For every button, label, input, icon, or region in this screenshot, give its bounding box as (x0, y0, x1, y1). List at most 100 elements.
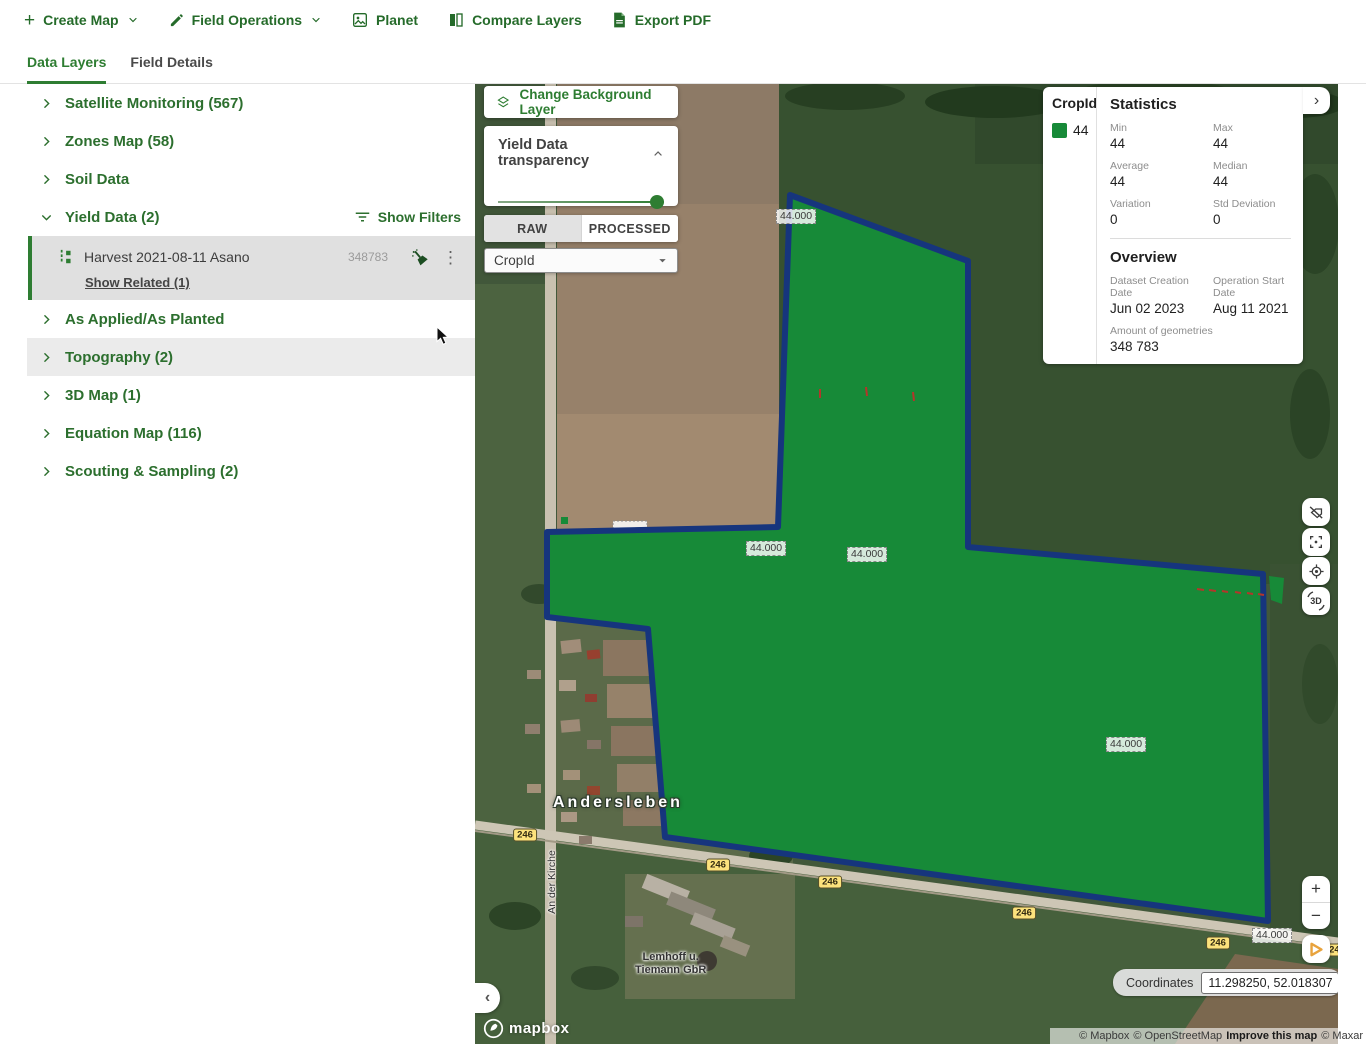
road-shield: 246 (1012, 907, 1036, 920)
stat-min: Min44 (1110, 122, 1213, 151)
gps-target-icon (1308, 563, 1325, 580)
fit-bounds-icon (1308, 534, 1324, 550)
compare-layers-button[interactable]: Compare Layers (448, 12, 582, 28)
tab-field-details[interactable]: Field Details (130, 40, 212, 84)
stat-std-deviation: Std Deviation0 (1213, 198, 1291, 227)
coordinates-widget: Coordinates (1113, 969, 1338, 996)
basemap-provider-button[interactable] (1302, 935, 1330, 963)
show-related-link[interactable]: Show Related (1) (85, 275, 190, 290)
stat-median: Median44 (1213, 160, 1291, 189)
transparency-slider[interactable] (498, 195, 664, 209)
sidebar-item-zones-map[interactable]: Zones Map (58) (27, 122, 475, 160)
processed-tab[interactable]: PROCESSED (581, 215, 679, 242)
section-label: Soil Data (65, 171, 129, 188)
chevron-right-icon (40, 97, 53, 110)
zoom-control: + − (1302, 876, 1330, 929)
legend-color-swatch (1052, 123, 1067, 138)
improve-this-map-link[interactable]: Improve this map (1226, 1030, 1317, 1042)
more-options-icon[interactable]: ⋮ (438, 249, 463, 266)
chevron-right-icon (40, 389, 53, 402)
map-canvas[interactable]: 44.000 44.000 44.000 44.000 44.000 246 2… (475, 84, 1338, 1044)
compare-layers-label: Compare Layers (472, 12, 582, 28)
section-label: As Applied/As Planted (65, 311, 224, 328)
sidebar-item-3d-map[interactable]: 3D Map (1) (27, 376, 475, 414)
place-label: Andersleben (553, 794, 683, 812)
mapbox-icon (483, 1018, 504, 1039)
rotate-arrows-icon (1303, 588, 1329, 614)
hide-labels-button[interactable] (1302, 498, 1330, 526)
chevron-left-icon: ‹ (485, 989, 490, 1007)
compare-icon (448, 12, 464, 28)
field-operations-label: Field Operations (192, 12, 302, 28)
raw-tab[interactable]: RAW (484, 215, 581, 242)
stats-layer-name: CropId (1052, 95, 1096, 111)
road-shield: 246 (513, 829, 537, 842)
transparency-panel: Yield Data transparency (484, 126, 678, 206)
chevron-right-icon: › (1314, 92, 1319, 110)
planet-label: Planet (376, 12, 418, 28)
planet-button[interactable]: Planet (352, 12, 418, 28)
chevron-down-icon[interactable] (127, 14, 139, 26)
tab-data-layers[interactable]: Data Layers (27, 40, 106, 84)
stats-collapse-button[interactable]: › (1303, 87, 1330, 114)
attribution-maxar[interactable]: © Maxar (1321, 1030, 1363, 1042)
chevron-down-icon (40, 211, 53, 224)
change-background-layer-label: Change Background Layer (520, 87, 667, 117)
statistics-panel: CropId 44 Statistics Min44 Max44 Average… (1043, 87, 1303, 364)
attribute-dropdown-value: CropId (494, 253, 535, 268)
zoom-in-button[interactable]: + (1302, 876, 1330, 903)
filter-icon (355, 211, 370, 223)
chevron-down-icon (657, 255, 668, 266)
road-shield: 246 (706, 859, 730, 872)
app-root: + Create Map Field Operations Planet Com… (0, 0, 1366, 1044)
export-pdf-button[interactable]: Export PDF (612, 12, 711, 28)
stat-max: Max44 (1213, 122, 1291, 151)
sidebar-item-yield-data[interactable]: Yield Data (2) Show Filters (27, 198, 475, 236)
sidebar: Satellite Monitoring (567) Zones Map (58… (0, 84, 475, 1044)
map-attribution: © Mapbox © OpenStreetMap Improve this ma… (1050, 1028, 1366, 1044)
sidebar-item-equation-map[interactable]: Equation Map (116) (27, 414, 475, 452)
raw-processed-toggle: RAW PROCESSED (484, 215, 678, 242)
section-label: 3D Map (1) (65, 387, 141, 404)
change-background-layer-button[interactable]: Change Background Layer (484, 86, 678, 118)
section-label: Satellite Monitoring (567) (65, 95, 243, 112)
yield-value-label: 44.000 (746, 541, 786, 556)
3d-view-button[interactable]: 3D (1302, 587, 1330, 615)
attribute-dropdown[interactable]: CropId (484, 248, 678, 273)
field-operations-button[interactable]: Field Operations (169, 12, 322, 28)
sidebar-item-satellite-monitoring[interactable]: Satellite Monitoring (567) (27, 84, 475, 122)
show-filters-button[interactable]: Show Filters (355, 209, 461, 225)
zoom-out-button[interactable]: − (1302, 903, 1330, 929)
coordinates-input[interactable] (1201, 972, 1338, 994)
road-shield: 246 (1206, 937, 1230, 950)
mapbox-wordmark: mapbox (509, 1020, 570, 1037)
overview-operation-start: Operation Start DateAug 11 2021 (1213, 275, 1291, 316)
yield-value-label: 44.000 (847, 547, 887, 562)
attribution-osm[interactable]: © OpenStreetMap (1133, 1030, 1222, 1042)
export-pdf-label: Export PDF (635, 12, 711, 28)
yield-dataset-item-selected[interactable]: Harvest 2021-08-11 Asano 348783 ⋮ Show R… (28, 236, 475, 300)
street-label: An der Kirche (546, 850, 558, 914)
provider-logo-icon (1308, 941, 1325, 958)
section-label: Equation Map (116) (65, 425, 202, 442)
planet-image-icon (352, 12, 368, 28)
mapbox-logo[interactable]: mapbox (483, 1018, 570, 1039)
sidebar-item-soil-data[interactable]: Soil Data (27, 160, 475, 198)
create-map-button[interactable]: + Create Map (24, 11, 139, 30)
chevron-down-icon[interactable] (310, 14, 322, 26)
yield-value-label: 44.000 (776, 209, 816, 224)
attribution-mapbox[interactable]: © Mapbox (1079, 1030, 1129, 1042)
sidebar-item-topography[interactable]: Topography (2) (27, 338, 475, 376)
chevron-up-icon[interactable] (652, 147, 664, 160)
sidebar-item-as-applied[interactable]: As Applied/As Planted (27, 300, 475, 338)
chevron-right-icon (40, 465, 53, 478)
layers-icon (496, 94, 511, 111)
locate-button[interactable] (1302, 557, 1330, 585)
chevron-right-icon (40, 135, 53, 148)
overview-title: Overview (1110, 249, 1291, 266)
fit-field-button[interactable] (1302, 528, 1330, 556)
clean-broom-icon[interactable] (410, 248, 430, 267)
yield-value-label: 44.000 (1106, 737, 1146, 752)
slider-thumb[interactable] (650, 195, 664, 209)
sidebar-item-scouting-sampling[interactable]: Scouting & Sampling (2) (27, 452, 475, 490)
